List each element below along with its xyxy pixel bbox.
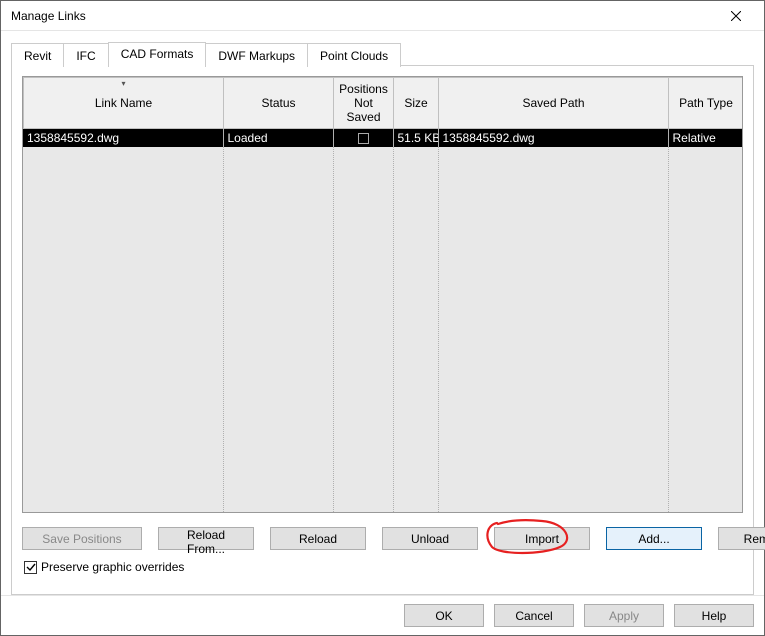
col-link-name[interactable]: ▾ Link Name (24, 78, 224, 129)
cell-link-name: 1358845592.dwg (23, 129, 223, 147)
manage-links-dialog: Manage Links Revit IFC CAD Formats DWF M… (0, 0, 765, 636)
checkmark-icon (26, 562, 36, 572)
preserve-overrides-row: Preserve graphic overrides (22, 556, 743, 584)
action-button-row: Save Positions Reload From... Reload Unl… (22, 513, 743, 556)
tab-panel-cad: ▾ Link Name Status Positions Not Saved S… (11, 65, 754, 595)
import-button[interactable]: Import (494, 527, 590, 550)
cell-size: 51.5 KB (393, 129, 438, 147)
dialog-footer: OK Cancel Apply Help (1, 595, 764, 635)
cell-positions-not-saved (333, 129, 393, 147)
tab-cad-formats[interactable]: CAD Formats (108, 42, 207, 66)
grid-body[interactable]: 1358845592.dwg Loaded 51.5 KB 1358845592… (23, 129, 742, 512)
add-button[interactable]: Add... (606, 527, 702, 550)
sort-indicator-icon: ▾ (121, 79, 125, 88)
col-path-type[interactable]: Path Type (669, 78, 744, 129)
reload-from-button[interactable]: Reload From... (158, 527, 254, 550)
help-button[interactable]: Help (674, 604, 754, 627)
tab-revit[interactable]: Revit (11, 43, 64, 67)
tab-point-clouds[interactable]: Point Clouds (307, 43, 401, 67)
col-positions-not-saved[interactable]: Positions Not Saved (334, 78, 394, 129)
titlebar: Manage Links (1, 1, 764, 31)
remove-button[interactable]: Remove (718, 527, 765, 550)
checkbox-icon (358, 133, 369, 144)
preserve-overrides-checkbox[interactable] (24, 561, 37, 574)
close-button[interactable] (716, 2, 756, 30)
apply-button[interactable]: Apply (584, 604, 664, 627)
col-link-name-label: Link Name (95, 96, 152, 110)
table-row[interactable]: 1358845592.dwg Loaded 51.5 KB 1358845592… (23, 129, 742, 147)
tab-dwf-markups[interactable]: DWF Markups (205, 43, 308, 67)
save-positions-button[interactable]: Save Positions (22, 527, 142, 550)
unload-button[interactable]: Unload (382, 527, 478, 550)
window-title: Manage Links (11, 9, 716, 23)
tab-ifc[interactable]: IFC (63, 43, 108, 67)
ok-button[interactable]: OK (404, 604, 484, 627)
col-size[interactable]: Size (394, 78, 439, 129)
reload-button[interactable]: Reload (270, 527, 366, 550)
cell-path-type: Relative (668, 129, 742, 147)
cell-saved-path: 1358845592.dwg (438, 129, 668, 147)
tabs: Revit IFC CAD Formats DWF Markups Point … (11, 41, 754, 65)
col-status[interactable]: Status (224, 78, 334, 129)
grid-header: ▾ Link Name Status Positions Not Saved S… (23, 77, 743, 129)
col-saved-path[interactable]: Saved Path (439, 78, 669, 129)
close-icon (731, 11, 741, 21)
preserve-overrides-label: Preserve graphic overrides (41, 560, 184, 574)
cancel-button[interactable]: Cancel (494, 604, 574, 627)
cell-status: Loaded (223, 129, 333, 147)
links-grid: ▾ Link Name Status Positions Not Saved S… (22, 76, 743, 513)
